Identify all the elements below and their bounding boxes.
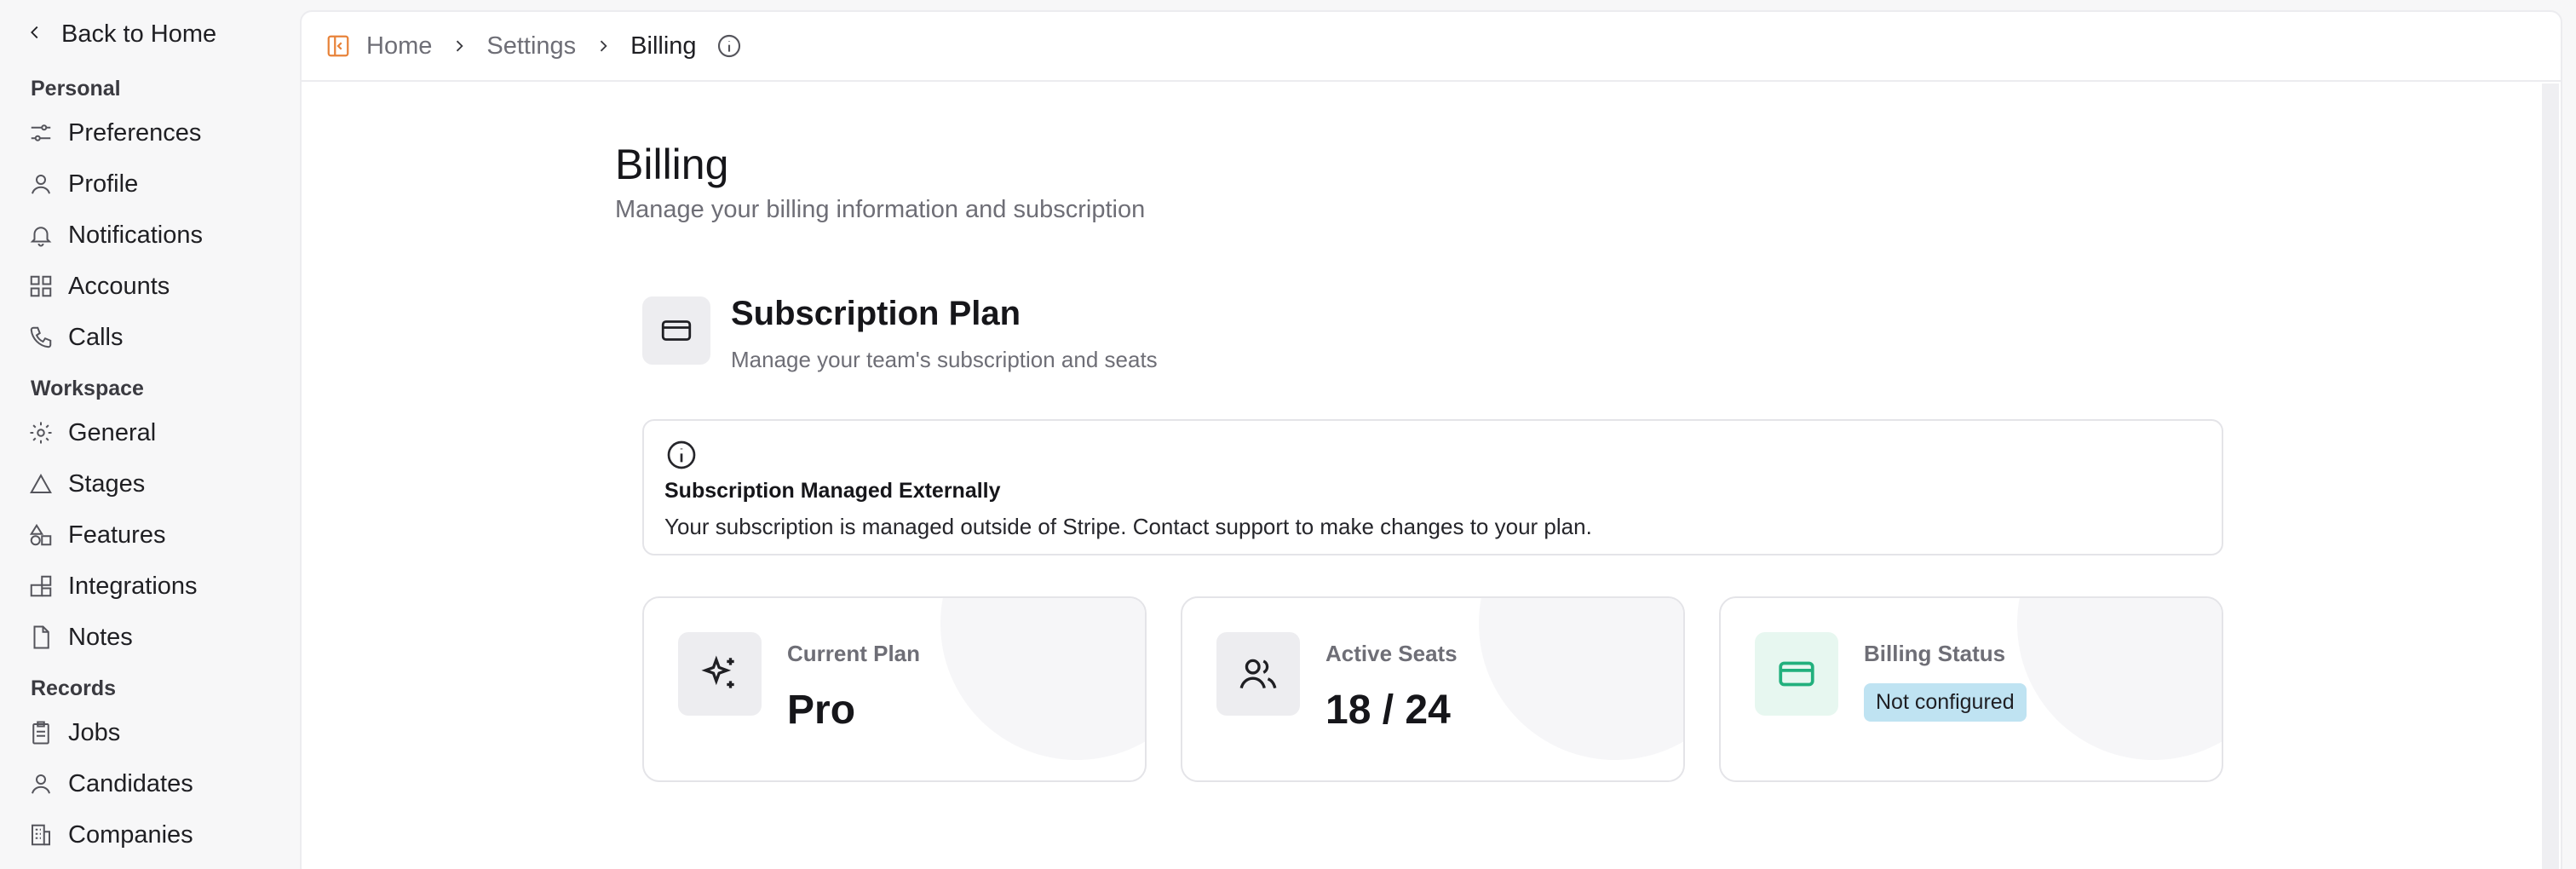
card-value: Pro xyxy=(787,688,856,733)
sidebar-item-label: Companies xyxy=(68,820,193,849)
credit-card-icon xyxy=(642,296,710,365)
sidebar-item-notifications[interactable]: Notifications xyxy=(27,216,203,254)
sidebar-item-label: Candidates xyxy=(68,769,193,797)
grid-icon xyxy=(27,273,55,300)
clipboard-icon xyxy=(27,719,55,746)
back-label: Back to Home xyxy=(61,20,217,48)
sidebar-item-label: Jobs xyxy=(68,718,121,746)
chevron-right-icon xyxy=(595,37,612,55)
scrollbar[interactable] xyxy=(2542,83,2559,869)
card-label: Active Seats xyxy=(1325,641,1458,666)
breadcrumb-home[interactable]: Home xyxy=(366,32,432,60)
app-window: Back to Home Personal Preferences Profil… xyxy=(0,0,2576,869)
gear-icon xyxy=(27,419,55,446)
users-icon xyxy=(1216,632,1300,716)
sliders-icon xyxy=(27,119,55,147)
sidebar-item-profile[interactable]: Profile xyxy=(27,165,138,203)
page-title: Billing xyxy=(615,141,729,188)
sidebar-item-accounts[interactable]: Accounts xyxy=(27,268,170,305)
section-label-personal: Personal xyxy=(31,77,121,101)
info-icon xyxy=(664,438,699,472)
chevron-right-icon xyxy=(451,37,468,55)
card-label: Billing Status xyxy=(1864,641,2006,666)
sidebar-item-notes[interactable]: Notes xyxy=(27,619,133,656)
active-seats-card: Active Seats 18 / 24 xyxy=(1181,596,1685,782)
billing-content: Billing Manage your billing information … xyxy=(615,140,2234,782)
sidebar-item-label: Notes xyxy=(68,623,133,651)
status-badge: Not configured xyxy=(1864,683,2027,722)
sidebar-item-calls[interactable]: Calls xyxy=(27,319,123,356)
sparkles-icon xyxy=(678,632,762,716)
billing-status-card: Billing Status Not configured xyxy=(1719,596,2223,782)
phone-icon xyxy=(27,324,55,351)
user-icon xyxy=(27,170,55,198)
sidebar-item-label: Accounts xyxy=(68,272,170,300)
card-value: 18 / 24 xyxy=(1325,688,1451,733)
subscription-plan-header: Subscription Plan Manage your team's sub… xyxy=(642,290,1158,373)
sidebar-item-companies[interactable]: Companies xyxy=(27,816,193,854)
section-label-workspace: Workspace xyxy=(31,377,144,400)
sidebar-item-label: Stages xyxy=(68,469,146,498)
blocks-icon xyxy=(27,573,55,600)
main-panel: Home Settings Billing Billing Manage you… xyxy=(300,10,2562,869)
card-decoration xyxy=(940,598,1145,760)
sidebar-item-preferences[interactable]: Preferences xyxy=(27,114,201,152)
page-subtitle: Manage your billing information and subs… xyxy=(615,196,1146,223)
section-subtitle: Manage your team's subscription and seat… xyxy=(731,347,1158,372)
file-icon xyxy=(27,624,55,651)
section-label-records: Records xyxy=(31,676,117,700)
shapes-icon xyxy=(27,521,55,549)
billing-summary-cards: Current Plan Pro Active Seats 18 / 24 Bi… xyxy=(642,596,2223,782)
breadcrumb-current: Billing xyxy=(630,32,697,60)
bell-icon xyxy=(27,222,55,249)
section-title: Subscription Plan xyxy=(731,295,1021,332)
breadcrumb-settings[interactable]: Settings xyxy=(486,32,576,60)
credit-card-icon xyxy=(1755,632,1838,716)
sidebar-item-label: Notifications xyxy=(68,221,203,249)
sidebar-item-stages[interactable]: Stages xyxy=(27,465,145,503)
triangle-icon xyxy=(27,470,55,498)
card-label: Current Plan xyxy=(787,641,921,666)
sidebar-item-label: Features xyxy=(68,521,166,549)
sidebar-item-label: Integrations xyxy=(68,572,198,600)
sidebar-toggle-icon[interactable] xyxy=(325,33,351,59)
sidebar-item-general[interactable]: General xyxy=(27,414,156,452)
current-plan-card: Current Plan Pro xyxy=(642,596,1147,782)
user-icon xyxy=(27,770,55,797)
notice-title: Subscription Managed Externally xyxy=(664,479,1001,503)
breadcrumb: Home Settings Billing xyxy=(302,12,2561,82)
sidebar-item-label: General xyxy=(68,418,157,446)
card-decoration xyxy=(2017,598,2222,760)
sidebar-item-label: Calls xyxy=(68,323,124,351)
card-decoration xyxy=(1479,598,1683,760)
sidebar-item-candidates[interactable]: Candidates xyxy=(27,765,193,803)
sidebar-item-jobs[interactable]: Jobs xyxy=(27,714,120,751)
sidebar-item-label: Preferences xyxy=(68,118,202,147)
notice-text: Your subscription is managed outside of … xyxy=(664,514,1592,539)
external-subscription-notice: Subscription Managed Externally Your sub… xyxy=(642,419,2223,555)
sidebar-item-integrations[interactable]: Integrations xyxy=(27,567,198,605)
sidebar-item-label: Profile xyxy=(68,170,139,198)
sidebar: Back to Home Personal Preferences Profil… xyxy=(0,0,298,869)
building-icon xyxy=(27,821,55,849)
sidebar-item-features[interactable]: Features xyxy=(27,516,165,554)
info-icon[interactable] xyxy=(716,32,743,60)
chevron-left-icon xyxy=(26,20,44,49)
back-to-home-link[interactable]: Back to Home xyxy=(26,19,216,49)
